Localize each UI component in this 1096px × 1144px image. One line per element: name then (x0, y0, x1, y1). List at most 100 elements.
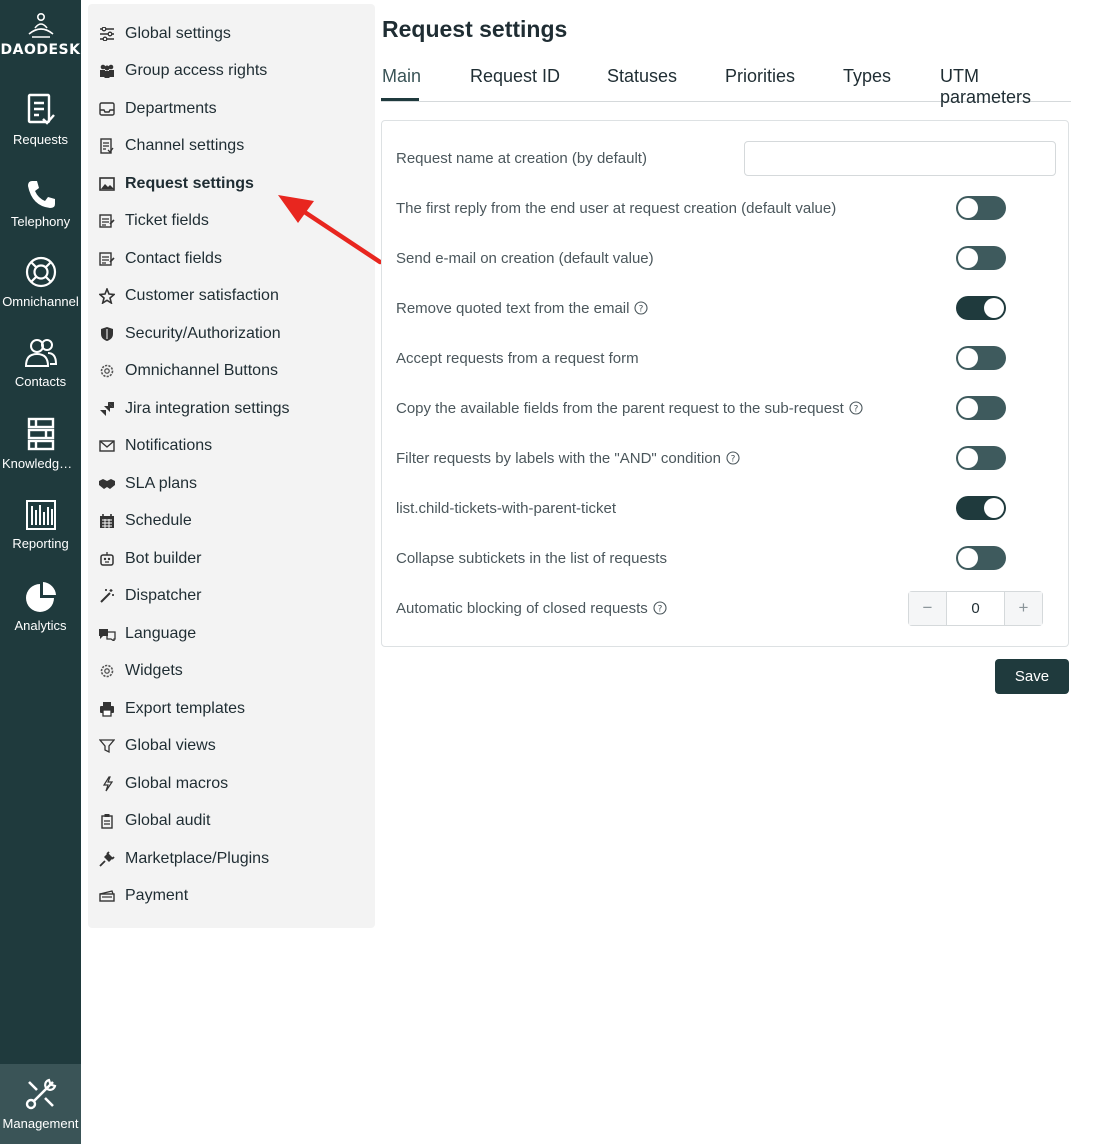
menu-item-payment[interactable]: Payment (98, 884, 188, 908)
menu-item-dispatcher[interactable]: Dispatcher (98, 584, 201, 608)
menu-item-omnichannel-buttons[interactable]: Omnichannel Buttons (98, 359, 278, 383)
help-icon[interactable]: ? (634, 301, 649, 315)
menu-item-bot-builder[interactable]: Bot builder (98, 547, 202, 571)
sliders-icon (98, 25, 116, 43)
collapse-subtickets-toggle[interactable] (956, 546, 1006, 570)
rail-item-analytics[interactable]: Analytics (0, 580, 81, 633)
menu-label: Notifications (125, 437, 213, 454)
contacts-icon (24, 339, 57, 367)
rail-item-knowledge[interactable]: Knowledge ... (0, 416, 81, 471)
calendar-icon (98, 512, 116, 530)
menu-item-sla-plans[interactable]: SLA plans (98, 472, 197, 496)
setting-row-remove-quoted: Remove quoted text from the email ? (396, 293, 1056, 323)
tab-main[interactable]: Main (382, 66, 421, 87)
menu-item-global-audit[interactable]: Global audit (98, 809, 210, 833)
tools-icon (25, 1078, 56, 1110)
setting-label-wrap: Filter requests by labels with the "AND"… (396, 450, 740, 467)
menu-label: Global audit (125, 812, 211, 829)
first-reply-toggle[interactable] (956, 196, 1006, 220)
menu-label: Customer satisfaction (125, 287, 279, 304)
menu-item-channel-settings[interactable]: Channel settings (98, 134, 244, 158)
setting-label: Remove quoted text from the email (396, 299, 630, 317)
page-title: Request settings (382, 16, 568, 42)
stepper-increment-button[interactable]: + (1005, 591, 1042, 625)
menu-item-departments[interactable]: Departments (98, 97, 217, 121)
menu-item-global-macros[interactable]: Global macros (98, 772, 228, 796)
gear-icon (98, 362, 116, 380)
menu-label: Bot builder (125, 550, 202, 567)
menu-label: Global settings (125, 25, 231, 42)
requests-icon (27, 93, 55, 125)
rail-item-requests[interactable]: Requests (0, 92, 81, 147)
toggle-knob (958, 348, 978, 368)
menu-item-security-authorization[interactable]: Security/Authorization (98, 322, 281, 346)
menu-item-schedule[interactable]: Schedule (98, 509, 192, 533)
send-email-toggle[interactable] (956, 246, 1006, 270)
svg-text:?: ? (853, 405, 858, 415)
menu-item-ticket-fields[interactable]: Ticket fields (98, 209, 209, 233)
shield-icon (98, 325, 116, 343)
tab-statuses[interactable]: Statuses (607, 66, 677, 87)
pie-icon (25, 582, 56, 612)
menu-item-notifications[interactable]: Notifications (98, 434, 212, 458)
menu-item-customer-satisfaction[interactable]: Customer satisfaction (98, 284, 279, 308)
accept-form-toggle[interactable] (956, 346, 1006, 370)
bolt-icon (98, 775, 116, 793)
auto-blocking-stepper: − 0 + (908, 590, 1043, 626)
setting-label: Collapse subtickets in the list of reque… (396, 549, 667, 567)
help-icon[interactable]: ? (849, 401, 863, 415)
menu-item-widgets[interactable]: Widgets (98, 659, 183, 683)
menu-label: Security/Authorization (125, 325, 281, 342)
menu-item-jira-integration[interactable]: Jira integration settings (98, 397, 290, 421)
menu-item-group-access-rights[interactable]: Group access rights (98, 59, 267, 83)
menu-item-marketplace-plugins[interactable]: Marketplace/Plugins (98, 847, 269, 871)
wand-icon (98, 587, 116, 605)
printer-icon (98, 700, 116, 718)
settings-menu: Global settings Group access rights Depa… (88, 4, 375, 928)
stepper-value[interactable]: 0 (946, 591, 1005, 625)
tab-types[interactable]: Types (843, 66, 891, 87)
setting-row-collapse-subtickets: Collapse subtickets in the list of reque… (396, 543, 1056, 573)
svg-text:?: ? (657, 605, 662, 615)
menu-item-global-settings[interactable]: Global settings (98, 22, 231, 46)
knowledge-icon (27, 417, 54, 451)
filter-and-toggle[interactable] (956, 446, 1006, 470)
help-icon[interactable]: ? (653, 601, 667, 615)
inbox-icon (98, 100, 116, 118)
remove-quoted-toggle[interactable] (956, 296, 1006, 320)
tab-request-id[interactable]: Request ID (470, 66, 560, 87)
setting-label: list.child-tickets-with-parent-ticket (396, 499, 617, 517)
menu-item-language[interactable]: Language (98, 622, 196, 646)
toggle-knob (984, 298, 1004, 318)
handshake-icon (98, 475, 116, 493)
setting-row-accept-form: Accept requests from a request form (396, 343, 1056, 373)
annotation-arrow (278, 195, 383, 265)
menu-item-global-views[interactable]: Global views (98, 734, 216, 758)
setting-label: The first reply from the end user at req… (396, 199, 837, 217)
menu-item-request-settings[interactable]: Request settings (98, 172, 254, 196)
rail-item-management[interactable]: Management (0, 1064, 81, 1144)
save-button[interactable]: Save (995, 659, 1069, 694)
rail-item-contacts[interactable]: Contacts (0, 336, 81, 389)
rail-item-telephony[interactable]: Telephony (0, 178, 81, 229)
menu-item-contact-fields[interactable]: Contact fields (98, 247, 222, 271)
toggle-knob (958, 448, 978, 468)
rail-item-reporting[interactable]: Reporting (0, 498, 81, 551)
stepper-decrement-button[interactable]: − (909, 591, 946, 625)
child-tickets-toggle[interactable] (956, 496, 1006, 520)
menu-item-export-templates[interactable]: Export templates (98, 697, 245, 721)
phone-icon (27, 181, 55, 208)
tab-utm-parameters[interactable]: UTM parameters (940, 66, 1071, 108)
settings-card: Request name at creation (by default) Th… (381, 120, 1069, 647)
copy-fields-toggle[interactable] (956, 396, 1006, 420)
toggle-knob (958, 398, 978, 418)
daodesk-logo[interactable]: DAODESK (0, 12, 81, 58)
tab-priorities[interactable]: Priorities (725, 66, 795, 87)
request-name-input[interactable] (744, 141, 1056, 176)
menu-label: Contact fields (125, 250, 222, 267)
jira-icon (98, 400, 116, 418)
help-icon[interactable]: ? (726, 451, 740, 465)
rail-item-omnichannel[interactable]: Omnichannel (0, 254, 81, 309)
setting-label: Automatic blocking of closed requests (396, 599, 648, 617)
setting-label: Send e-mail on creation (default value) (396, 249, 654, 267)
